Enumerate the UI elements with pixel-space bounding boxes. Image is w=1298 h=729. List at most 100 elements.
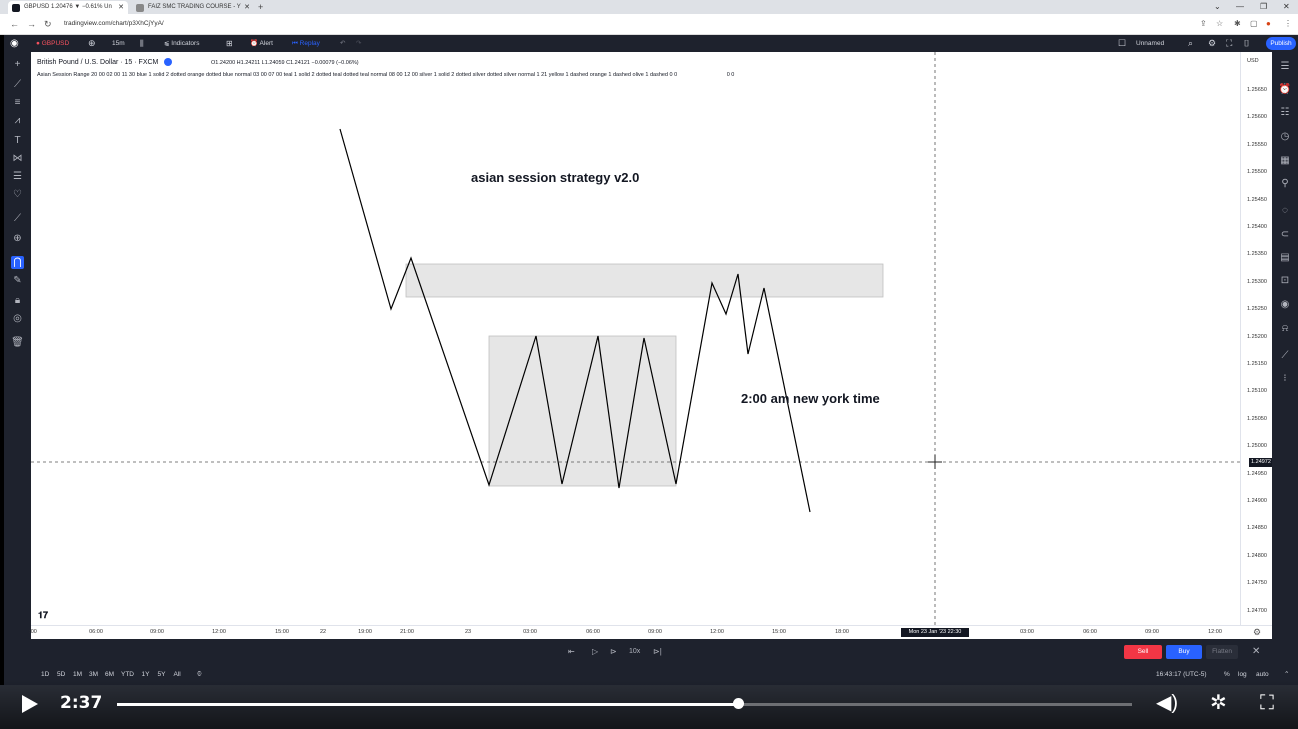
annotation-strategy-title[interactable]: asian session strategy v2.0	[471, 170, 639, 185]
live-broadcast-icon[interactable]: ◉	[1278, 298, 1292, 312]
chat-icon[interactable]: ◌	[1278, 204, 1292, 218]
flatten-button[interactable]: Flatten	[1206, 645, 1238, 659]
lock-icon[interactable]: 🔒︎	[11, 294, 24, 307]
replay-button[interactable]: ⏮ Replay	[292, 35, 320, 52]
alerts-clock-icon[interactable]: ⏰	[1278, 83, 1292, 97]
calendar-icon[interactable]: ▦	[1278, 154, 1292, 168]
maximize-icon[interactable]: ❐	[1260, 0, 1267, 14]
stay-in-drawing-icon[interactable]: ✎	[11, 274, 24, 287]
prediction-icon[interactable]: ☰	[11, 170, 24, 183]
redo-icon[interactable]: ↷	[356, 35, 361, 52]
axis-settings-gear-icon[interactable]: ⚙	[1253, 627, 1261, 638]
alert-label: Alert	[259, 40, 273, 47]
reload-icon[interactable]: ↻	[44, 17, 52, 31]
close-tab-icon[interactable]: ✕	[244, 1, 250, 14]
bell-icon[interactable]: ⍾	[1278, 322, 1292, 336]
fullscreen-toggle-icon[interactable]: ⛶	[1260, 690, 1274, 716]
price-tick-label: 1.24850	[1247, 525, 1267, 532]
crosshair-icon[interactable]: +	[11, 58, 24, 71]
user-avatar-icon[interactable]: ◉	[10, 35, 19, 52]
zoom-in-icon[interactable]: ⊕	[11, 232, 24, 245]
data-window-icon[interactable]: ☷	[1278, 106, 1292, 120]
volume-icon[interactable]: ◀)	[1156, 690, 1178, 716]
menu-kebab-icon[interactable]: ⋮	[1284, 17, 1292, 31]
search-icon[interactable]: ⌕	[1188, 35, 1193, 52]
tab-course[interactable]: FAIZ SMC TRADING COURSE - Y ✕	[132, 1, 254, 14]
minimize-icon[interactable]: —	[1236, 0, 1244, 14]
pattern-icon[interactable]: ⩘	[11, 114, 24, 127]
back-icon[interactable]: ←	[10, 17, 19, 31]
patterns-icon[interactable]: ⋈	[11, 152, 24, 165]
close-window-icon[interactable]: ✕	[1283, 0, 1290, 14]
layout-grid-icon[interactable]: ⊞	[226, 35, 233, 52]
step-forward-icon[interactable]: ⊳	[610, 645, 617, 659]
trash-icon[interactable]: 🗑︎	[11, 336, 24, 349]
tab-search-icon[interactable]: ⌄	[1214, 0, 1221, 14]
alert-button[interactable]: ⏰ Alert	[250, 35, 273, 52]
favorite-heart-icon[interactable]: ♡	[11, 188, 24, 201]
time-axis[interactable]: :00 06:00 09:00 12:00 15:00 22 19:00 21:00 23 03:…	[29, 625, 1272, 640]
interval-button[interactable]: 15m	[112, 35, 125, 52]
address-bar: ← → ↻ tradingview.com/chart/p3XhCjYyA/ ⇪…	[0, 14, 1298, 35]
hotlist-icon[interactable]: ◷	[1278, 130, 1292, 144]
profile-avatar-icon[interactable]: ●	[1266, 17, 1271, 31]
currency-label[interactable]: USD	[1247, 58, 1259, 64]
publish-button[interactable]: Publish	[1266, 37, 1296, 50]
watchlist-icon[interactable]: ☰	[1278, 60, 1292, 74]
trading-panel-icon[interactable]: ⟋	[1278, 349, 1292, 363]
jump-to-realtime-icon[interactable]: ⊳|	[653, 645, 662, 659]
ruler-icon[interactable]: ⟋	[11, 212, 24, 225]
streams-icon[interactable]: ⊂	[1278, 228, 1292, 242]
trend-line-icon[interactable]: ⟋	[11, 78, 24, 91]
price-tick-label: 1.25250	[1247, 306, 1267, 313]
share-icon[interactable]: ⇪	[1200, 17, 1207, 31]
layout-checkbox-icon[interactable]: ☐	[1118, 35, 1126, 52]
eye-icon[interactable]: ◎	[11, 312, 24, 325]
close-tab-icon[interactable]: ✕	[118, 1, 124, 14]
sidebar-icon[interactable]: ▢	[1250, 17, 1258, 31]
symbol-search-button[interactable]: ● GBPUSD	[36, 35, 69, 52]
chart-pane[interactable]: British Pound / U.S. Dollar · 15 · FXCM …	[31, 52, 1240, 625]
settings-gear-icon[interactable]: ⚙	[1208, 35, 1216, 52]
new-tab-button[interactable]: +	[258, 0, 263, 14]
ideas-bulb-icon[interactable]: ⚲	[1278, 177, 1292, 191]
price-tick-label: 1.25050	[1247, 415, 1267, 422]
magnet-icon[interactable]: ⋂	[11, 256, 24, 269]
fib-retracement-icon[interactable]: ≡	[11, 96, 24, 109]
text-tool-icon[interactable]: T	[11, 134, 24, 147]
resistance-zone[interactable]	[405, 263, 884, 298]
price-tick-label: 1.24900	[1247, 498, 1267, 504]
bookmark-star-icon[interactable]: ☆	[1216, 17, 1223, 31]
compare-add-icon[interactable]: ⊕	[88, 35, 96, 52]
play-icon[interactable]	[22, 695, 38, 713]
buy-button[interactable]: Buy	[1166, 645, 1202, 659]
notes-icon[interactable]: ▤	[1278, 251, 1292, 265]
annotation-ny-time[interactable]: 2:00 am new york time	[741, 391, 880, 406]
notifications-icon[interactable]: ⊡	[1278, 274, 1292, 288]
play-replay-icon[interactable]: ▷	[592, 645, 598, 659]
undo-icon[interactable]: ↶	[340, 35, 345, 52]
forward-icon[interactable]: →	[27, 17, 36, 31]
price-tick-label: 1.24700	[1247, 607, 1267, 614]
indicators-button[interactable]: ⫹ Indicators	[164, 35, 199, 52]
price-tick-label: 1.25400	[1247, 224, 1267, 230]
dom-icon[interactable]: ⁝	[1278, 372, 1292, 386]
fullscreen-icon[interactable]: ⛶	[1226, 35, 1232, 52]
jump-to-start-icon[interactable]: ⇤	[568, 645, 575, 659]
extensions-icon[interactable]: ✱	[1234, 17, 1241, 31]
price-tick-label: 1.25350	[1247, 251, 1267, 258]
symbol-label: GBPUSD	[41, 40, 70, 47]
close-replay-icon[interactable]: ✕	[1252, 645, 1260, 659]
replay-speed-button[interactable]: 10x	[629, 645, 640, 659]
snapshot-camera-icon[interactable]: ⌷	[1244, 35, 1249, 52]
price-axis[interactable]: USD 1.25650 1.25600 1.25550 1.25500 1.25450 1…	[1240, 52, 1273, 625]
layout-name-button[interactable]: Unnamed	[1136, 35, 1164, 52]
price-tick-label: 1.25300	[1247, 278, 1267, 285]
sell-button[interactable]: Sell	[1124, 645, 1162, 659]
time-tick-label: 12:00	[710, 629, 724, 635]
url-field[interactable]: tradingview.com/chart/p3XhCjYyA/	[64, 18, 164, 30]
price-tick-label: 1.25100	[1247, 388, 1267, 395]
tab-gbpusd[interactable]: GBPUSD 1.20476 ▼ −0.61% Un ✕	[8, 1, 128, 14]
chart-type-icon[interactable]: ⫼	[140, 35, 144, 52]
settings-gear-icon[interactable]: ✲	[1210, 690, 1227, 716]
